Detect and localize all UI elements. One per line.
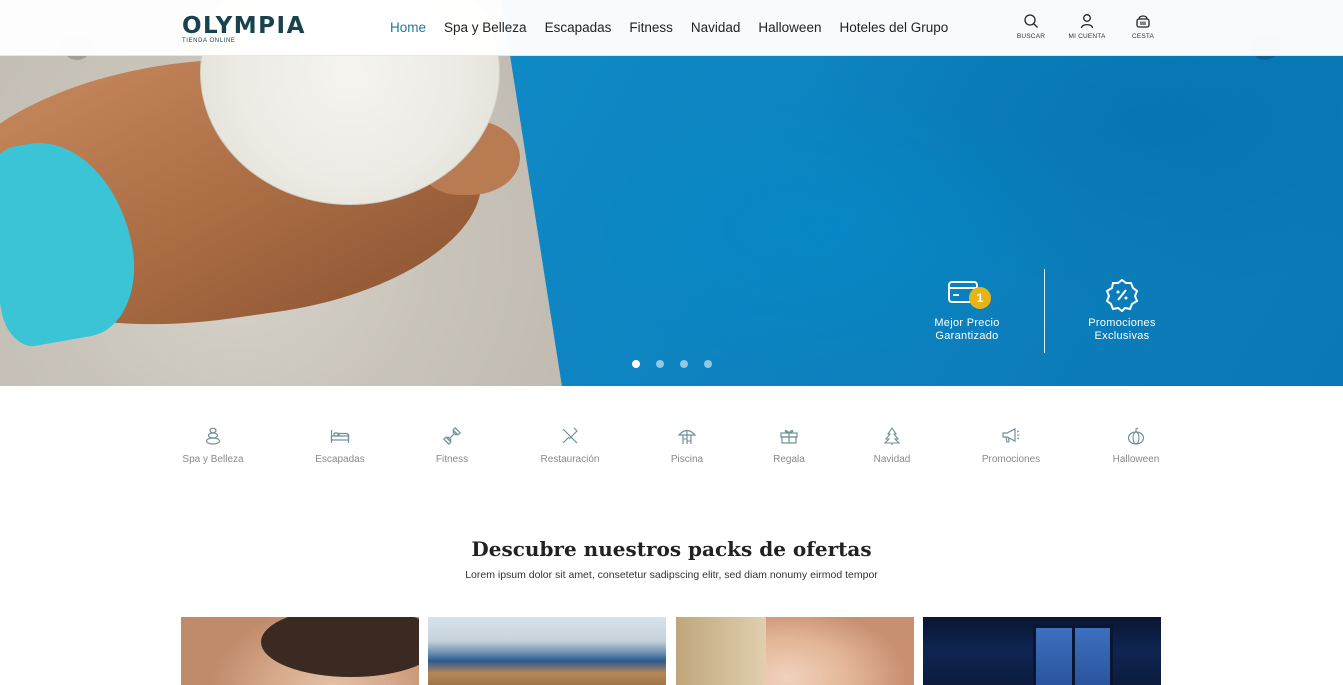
pumpkin-icon: [1127, 427, 1145, 445]
category-label: Regala: [773, 454, 805, 465]
category-label: Spa y Belleza: [182, 454, 244, 465]
nav-hoteles-grupo[interactable]: Hoteles del Grupo: [839, 20, 948, 36]
cutlery-icon: [562, 427, 578, 444]
pool-umbrella-icon: [677, 429, 697, 444]
category-spa-belleza[interactable]: Spa y Belleza: [163, 426, 263, 465]
offer-card-night-window[interactable]: [923, 617, 1161, 685]
bed-icon: [330, 430, 350, 443]
offer-card-facial[interactable]: [676, 617, 914, 685]
category-restauracion[interactable]: Restauración: [520, 426, 620, 465]
offer-card-massage[interactable]: [181, 617, 419, 685]
price-card-icon: 1: [947, 279, 991, 311]
user-icon: [1080, 14, 1094, 29]
nav-fitness[interactable]: Fitness: [629, 20, 673, 36]
badge-promos-line1: Promociones: [1088, 317, 1156, 329]
category-escapadas[interactable]: Escapadas: [290, 426, 390, 465]
category-piscina[interactable]: Piscina: [637, 426, 737, 465]
category-halloween[interactable]: Halloween: [1086, 426, 1186, 465]
nav-halloween[interactable]: Halloween: [758, 20, 821, 36]
carousel-dot-3[interactable]: [680, 360, 688, 368]
badge-best-price-line2: Garantizado: [935, 330, 999, 342]
nav-home[interactable]: Home: [390, 20, 426, 36]
carousel-dot-1[interactable]: [632, 360, 640, 368]
megaphone-icon: [1002, 428, 1020, 443]
offers-subtitle: Lorem ipsum dolor sit amet, consetetur s…: [465, 569, 878, 581]
category-promociones[interactable]: Promociones: [961, 426, 1061, 465]
nav-spa-belleza[interactable]: Spa y Belleza: [444, 20, 527, 36]
badge-divider: [1044, 269, 1045, 353]
cart-button[interactable]: CESTA: [1115, 13, 1171, 40]
percent-badge-icon: [1102, 278, 1142, 312]
offer-card-image: [261, 617, 419, 677]
offers-title: Descubre nuestros packs de ofertas: [471, 537, 872, 561]
carousel-dots: [632, 360, 712, 368]
hero-banner: 1 Mejor Precio Garantizado Promociones E…: [0, 0, 1343, 386]
gift-icon: [780, 429, 798, 444]
search-label: BUSCAR: [1016, 33, 1046, 40]
category-regala[interactable]: Regala: [739, 426, 839, 465]
brand-name: OLYMPIA: [182, 13, 306, 39]
search-icon: [1024, 14, 1038, 28]
category-fitness[interactable]: Fitness: [402, 426, 502, 465]
basket-icon: [1136, 15, 1150, 28]
account-label: MI CUENTA: [1068, 33, 1106, 40]
badge-exclusive-promos: Promociones Exclusivas: [1077, 278, 1167, 343]
offer-card-image: [676, 617, 766, 685]
offer-card-pool-hall[interactable]: [428, 617, 666, 685]
account-button[interactable]: MI CUENTA: [1059, 13, 1115, 40]
badge-number: 1: [969, 287, 991, 309]
category-label: Promociones: [981, 454, 1041, 465]
christmas-tree-icon: [883, 427, 901, 445]
carousel-dot-2[interactable]: [656, 360, 664, 368]
category-navidad[interactable]: Navidad: [842, 426, 942, 465]
site-header: OLYMPIA TIENDA ONLINE Home Spa y Belleza…: [0, 0, 1343, 56]
category-label: Navidad: [873, 454, 911, 465]
category-label: Piscina: [670, 454, 704, 465]
nav-navidad[interactable]: Navidad: [691, 20, 741, 36]
main-nav: Home Spa y Belleza Escapadas Fitness Nav…: [390, 20, 966, 36]
category-label: Restauración: [540, 454, 600, 465]
category-label: Fitness: [435, 454, 469, 465]
cart-label: CESTA: [1131, 33, 1155, 40]
carousel-dot-4[interactable]: [704, 360, 712, 368]
header-tools: BUSCAR MI CUENTA CESTA: [1003, 13, 1171, 40]
badge-best-price: 1 Mejor Precio Garantizado: [922, 279, 1012, 343]
brand-logo[interactable]: OLYMPIA TIENDA ONLINE: [182, 14, 306, 45]
category-label: Halloween: [1112, 454, 1160, 465]
search-button[interactable]: BUSCAR: [1003, 13, 1059, 40]
dumbbell-icon: [443, 427, 461, 445]
category-strip: Spa y Belleza Escapadas Fitness Restaura…: [0, 426, 1343, 476]
category-label: Escapadas: [315, 454, 365, 465]
nav-escapadas[interactable]: Escapadas: [545, 20, 612, 36]
badge-best-price-line1: Mejor Precio: [934, 317, 1000, 329]
brand-tagline: TIENDA ONLINE: [182, 38, 236, 44]
spa-stones-icon: [205, 427, 221, 445]
offer-card-image: [1033, 625, 1113, 685]
badge-promos-line2: Exclusivas: [1094, 330, 1150, 342]
